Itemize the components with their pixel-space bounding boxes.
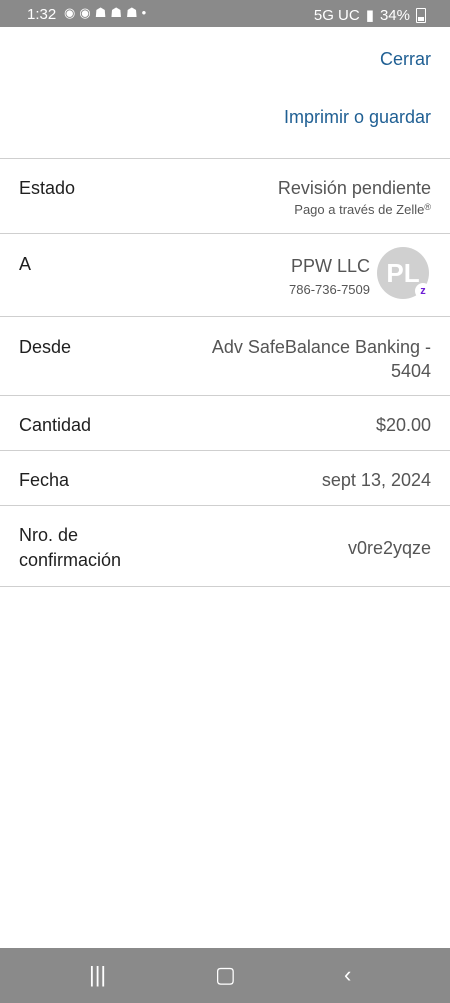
date-value: sept 13, 2024 <box>321 470 431 490</box>
detail-row-status: Estado Revisión pendiente Pago a través … <box>0 158 450 234</box>
detail-row-from: Desde Adv SafeBalance Banking - 5404 <box>0 316 450 396</box>
status-right: 5G UC ▮ 34% <box>314 6 426 24</box>
back-icon[interactable]: ‹ <box>344 962 351 988</box>
confirmation-label-line1: Nro. de <box>19 525 79 545</box>
detail-row-recipient: A PPW LLC 786-736-7509 PL z <box>0 233 450 317</box>
avatar: PL z <box>377 247 431 299</box>
dot-icon: • <box>141 5 147 20</box>
registered-mark: ® <box>424 202 431 212</box>
home-icon[interactable]: ▢ <box>215 962 236 988</box>
person-icon: ☗ <box>94 5 107 20</box>
messenger-icon: ◉ <box>79 5 91 20</box>
person-icon: ☗ <box>126 5 138 20</box>
zelle-icon: z <box>415 283 431 299</box>
date-label: Fecha <box>19 470 70 490</box>
recent-apps-icon[interactable]: ||| <box>89 962 106 988</box>
from-account-line2: 5404 <box>390 361 431 381</box>
payment-method: Pago a través de Zelle® <box>294 202 431 217</box>
detail-row-confirmation: Nro. de confirmación v0re2yqze <box>0 505 450 587</box>
notification-icons: ◉ ◉ ☗ ☗ ☗ • <box>64 5 146 21</box>
detail-row-amount: Cantidad $20.00 <box>0 395 450 451</box>
battery-icon <box>416 7 426 23</box>
detail-row-date: Fecha sept 13, 2024 <box>0 450 450 506</box>
status-time: 1:32 <box>27 6 57 23</box>
close-link[interactable]: Cerrar <box>380 49 431 70</box>
recipient-phone: 786-736-7509 <box>289 282 370 297</box>
status-value: Revisión pendiente <box>277 178 431 198</box>
status-label: Estado <box>19 178 76 198</box>
confirmation-value: v0re2yqze <box>347 538 431 558</box>
recipient-label: A <box>19 254 32 274</box>
signal-icon: ▮ <box>365 7 374 24</box>
network-label: 5G UC <box>313 6 360 24</box>
person-icon: ☗ <box>110 5 122 20</box>
confirmation-label-line2: confirmación <box>19 550 122 570</box>
print-or-save-link[interactable]: Imprimir o guardar <box>284 107 431 128</box>
recipient-name: PPW LLC <box>290 256 370 276</box>
messenger-icon: ◉ <box>64 5 76 20</box>
from-label: Desde <box>19 337 72 357</box>
amount-label: Cantidad <box>19 415 92 435</box>
avatar-initials: PL <box>386 257 420 288</box>
amount-value: $20.00 <box>375 415 431 435</box>
from-account-line1: Adv SafeBalance Banking - <box>211 337 431 357</box>
battery-label: 34% <box>379 6 410 24</box>
top-actions: Cerrar Imprimir o guardar <box>0 27 450 158</box>
navigation-bar: ||| ▢ ‹ <box>0 948 450 1003</box>
status-bar: 1:32 ◉ ◉ ☗ ☗ ☗ • 5G UC ▮ 34% <box>0 0 450 27</box>
